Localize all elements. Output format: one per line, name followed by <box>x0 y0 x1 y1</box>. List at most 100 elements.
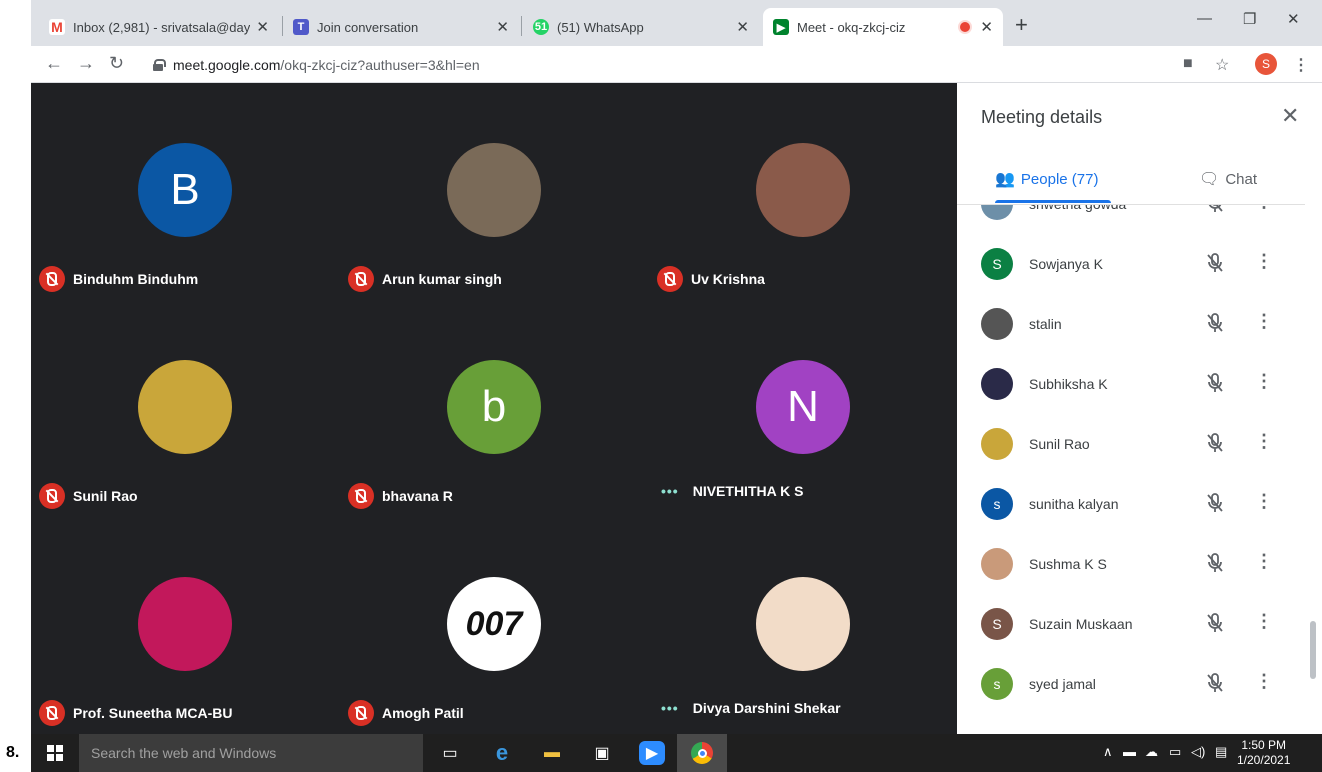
more-options-icon[interactable]: ⋮ <box>1255 492 1273 510</box>
tab-title: Inbox (2,981) - srivatsala@dayan <box>73 19 251 35</box>
mic-off-icon[interactable] <box>1205 432 1225 454</box>
file-explorer-icon[interactable]: ▬ <box>539 741 565 765</box>
participant-tile[interactable]: b bhavana R <box>340 300 648 517</box>
participant-name-label: Amogh Patil <box>348 700 464 726</box>
camera-icon[interactable]: ■ <box>1183 55 1193 73</box>
mic-off-icon[interactable] <box>1205 205 1225 214</box>
participant-avatar <box>447 143 541 237</box>
participant-avatar: 007 <box>447 577 541 671</box>
meet-icon: ▶ <box>773 19 789 35</box>
minimize-icon[interactable]: — <box>1197 10 1212 27</box>
taskbar-search-box[interactable]: Search the web and Windows <box>79 734 423 772</box>
more-options-icon[interactable]: ⋮ <box>1255 252 1273 270</box>
mic-off-icon <box>39 266 65 292</box>
onedrive-icon[interactable]: ☁ <box>1145 744 1158 760</box>
close-panel-icon[interactable]: ✕ <box>1281 103 1299 129</box>
more-options-icon[interactable]: ⋮ <box>1255 612 1273 630</box>
tab-teams[interactable]: T Join conversation ✕ <box>283 8 519 46</box>
mic-off-icon <box>348 483 374 509</box>
participant-tile[interactable]: Arun kumar singh <box>340 83 648 300</box>
participant-row[interactable]: S Sowjanya K ⋮ <box>957 235 1305 295</box>
participant-row[interactable]: Sunil Rao ⋮ <box>957 415 1305 475</box>
show-hidden-icons-icon[interactable]: ∧ <box>1103 744 1113 760</box>
chrome-taskbar-button[interactable] <box>677 734 727 772</box>
more-options-icon[interactable]: ⋮ <box>1255 672 1273 690</box>
back-icon[interactable]: ← <box>45 53 63 74</box>
participant-name: bhavana R <box>382 488 453 504</box>
task-view-icon[interactable]: ▭ <box>437 741 463 765</box>
browser-toolbar: ← → ↻ meet.google.com/okq-zkcj-ciz?authu… <box>31 46 1322 83</box>
star-icon[interactable]: ☆ <box>1215 55 1229 75</box>
mic-off-icon[interactable] <box>1205 672 1225 694</box>
close-tab-icon[interactable]: ✕ <box>736 18 749 36</box>
participant-avatar <box>981 548 1013 580</box>
mic-off-icon <box>657 266 683 292</box>
participant-name: Amogh Patil <box>382 705 464 721</box>
chrome-icon <box>691 742 713 764</box>
mic-off-icon[interactable] <box>1205 492 1225 514</box>
tab-chat[interactable]: 🗨 Chat <box>1199 169 1257 189</box>
menu-icon[interactable]: ⋮ <box>1293 55 1309 75</box>
mic-off-icon[interactable] <box>1205 252 1225 274</box>
reload-icon[interactable]: ↻ <box>109 53 124 74</box>
close-tab-icon[interactable]: ✕ <box>256 18 269 36</box>
clock-date: 1/20/2021 <box>1237 753 1291 767</box>
mic-off-icon <box>348 700 374 726</box>
forward-icon[interactable]: → <box>77 53 95 74</box>
address-bar[interactable]: meet.google.com/okq-zkcj-ciz?authuser=3&… <box>141 50 1181 79</box>
close-tab-icon[interactable]: ✕ <box>980 18 993 36</box>
participant-row[interactable]: Sushma K S ⋮ <box>957 535 1305 595</box>
more-options-icon[interactable]: ⋮ <box>1255 432 1273 450</box>
taskbar-clock[interactable]: 1:50 PM 1/20/2021 <box>1237 738 1290 768</box>
participant-tile[interactable]: Uv Krishna <box>649 83 957 300</box>
tab-meet[interactable]: ▶ Meet - okq-zkcj-ciz ✕ <box>763 8 1003 46</box>
participant-tile[interactable]: Sunil Rao <box>31 300 339 517</box>
zoom-icon[interactable]: ▶ <box>639 741 665 765</box>
participant-list[interactable]: shwetha gowda⋮SSowjanya K⋮stalin⋮Subhiks… <box>957 205 1305 734</box>
tab-whatsapp[interactable]: 51 (51) WhatsApp ✕ <box>523 8 759 46</box>
more-options-icon[interactable]: ⋮ <box>1255 205 1273 210</box>
clock-time: 1:50 PM <box>1241 738 1287 752</box>
speaking-indicator-icon: ••• <box>661 483 679 499</box>
participant-tile[interactable]: N ••• NIVETHITHA K S <box>649 300 957 517</box>
active-tab-indicator <box>995 200 1111 203</box>
participant-row[interactable]: s syed jamal ⋮ <box>957 655 1305 715</box>
battery-icon[interactable]: ▬ <box>1123 744 1136 759</box>
participant-row[interactable]: shwetha gowda ⋮ <box>957 205 1305 235</box>
participant-avatar <box>138 577 232 671</box>
close-window-icon[interactable]: ✕ <box>1287 10 1300 28</box>
participant-row[interactable]: stalin ⋮ <box>957 295 1305 355</box>
scrollbar[interactable] <box>1310 621 1316 679</box>
participant-tile[interactable]: B Binduhm Binduhm <box>31 83 339 300</box>
mic-off-icon[interactable] <box>1205 312 1225 334</box>
new-tab-icon[interactable]: + <box>1015 12 1028 38</box>
participant-name-label: Binduhm Binduhm <box>39 266 198 292</box>
participant-name-label: ••• NIVETHITHA K S <box>657 483 803 499</box>
more-options-icon[interactable]: ⋮ <box>1255 552 1273 570</box>
participant-row[interactable]: S Suzain Muskaan ⋮ <box>957 595 1305 655</box>
tab-people[interactable]: 👥 People (77) <box>995 169 1098 189</box>
volume-icon[interactable]: ◁) <box>1191 744 1205 760</box>
windows-start-icon[interactable] <box>47 745 63 761</box>
tab-gmail[interactable]: M Inbox (2,981) - srivatsala@dayan ✕ <box>39 8 279 46</box>
participant-avatar: B <box>138 143 232 237</box>
participant-tile[interactable]: ••• Divya Darshini Shekar <box>649 517 957 734</box>
participant-tile[interactable]: 007 Amogh Patil <box>340 517 648 734</box>
mic-off-icon[interactable] <box>1205 372 1225 394</box>
restore-icon[interactable]: ❐ <box>1243 10 1256 28</box>
network-icon[interactable]: ▭ <box>1169 744 1181 760</box>
edge-icon[interactable]: e <box>489 740 515 765</box>
participant-avatar: s <box>981 488 1013 520</box>
profile-avatar[interactable]: S <box>1255 53 1277 75</box>
store-icon[interactable]: ▣ <box>589 741 615 765</box>
mic-off-icon[interactable] <box>1205 612 1225 634</box>
more-options-icon[interactable]: ⋮ <box>1255 312 1273 330</box>
participant-row[interactable]: Subhiksha K ⋮ <box>957 355 1305 415</box>
more-options-icon[interactable]: ⋮ <box>1255 372 1273 390</box>
close-tab-icon[interactable]: ✕ <box>496 18 509 36</box>
participant-name: NIVETHITHA K S <box>692 483 804 499</box>
participant-row[interactable]: s sunitha kalyan ⋮ <box>957 475 1305 535</box>
mic-off-icon[interactable] <box>1205 552 1225 574</box>
participant-tile[interactable]: Prof. Suneetha MCA-BU <box>31 517 339 734</box>
action-center-icon[interactable]: ▤ <box>1215 744 1227 760</box>
